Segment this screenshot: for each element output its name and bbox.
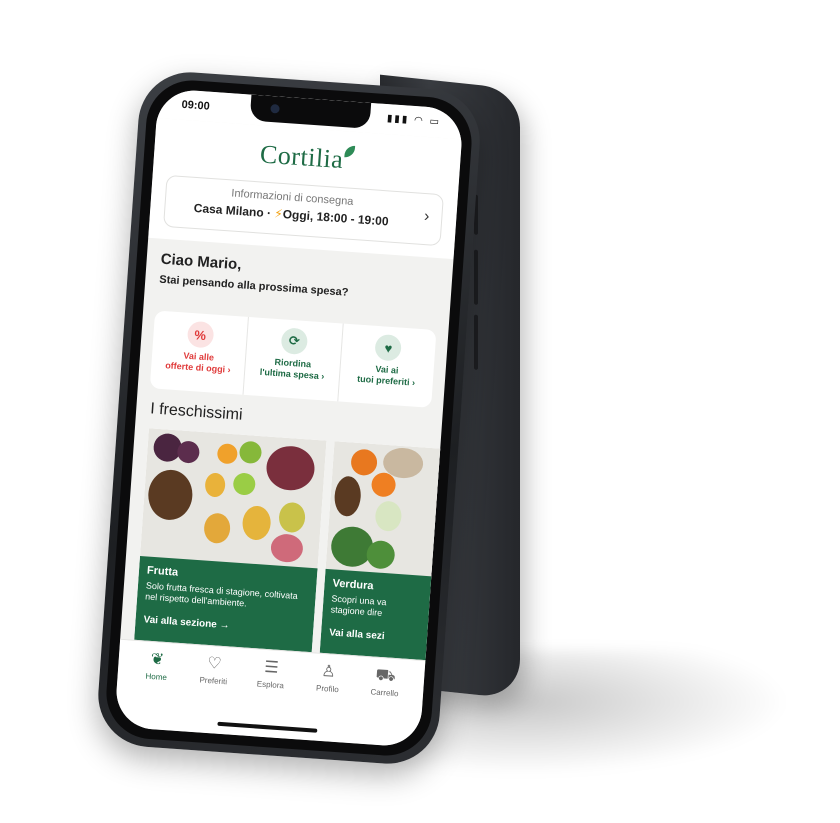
delivery-time: Oggi, 18:00 - 19:00: [282, 207, 390, 229]
nav-label: Home: [145, 671, 168, 683]
chestnuts: [146, 468, 195, 522]
greeting: Ciao Mario, Stai pensando alla prossima …: [159, 251, 421, 304]
fruit-image: [139, 428, 327, 571]
action-label: Riordina l'ultima spesa ›: [245, 355, 340, 383]
volume-button: [474, 314, 478, 370]
pear: [203, 512, 232, 545]
fruit-category-card[interactable]: Frutta Solo frutta fresca di stagione, c…: [133, 428, 327, 656]
delivery-place: Casa Milano ·: [193, 200, 275, 221]
lemon: [204, 472, 226, 498]
vegetable-image: [325, 441, 445, 579]
app-header: Cortilia Informazioni di consegna Casa M…: [148, 118, 462, 260]
reorder-action-button[interactable]: ⟳ Riordina l'ultima spesa ›: [243, 316, 344, 402]
heart-icon: ♥: [374, 333, 403, 362]
signal-wifi-battery-icon: ▮▮▮ ◠ ▭: [386, 113, 442, 128]
pumpkin: [350, 448, 378, 477]
phone-screen: 09:00 ▮▮▮ ◠ ▭ Cortilia Informazioni di c…: [114, 88, 464, 748]
refresh-icon: ⟳: [280, 327, 309, 356]
heart-outline-icon: ♡: [206, 654, 223, 673]
card-description: Scopri una va stagione dire: [330, 593, 387, 618]
nav-label: Preferiti: [199, 675, 228, 687]
chevron-right-icon: ›: [423, 207, 430, 226]
stage: 09:00 ▮▮▮ ◠ ▭ Cortilia Informazioni di c…: [0, 0, 840, 823]
nav-label: Profilo: [315, 683, 340, 695]
volume-button: [474, 249, 478, 305]
delivery-info-button[interactable]: Informazioni di consegna Casa Milano · ⚡…: [163, 174, 444, 247]
fruit-card-body: Frutta Solo frutta fresca di stagione, c…: [133, 555, 318, 656]
grapes: [265, 444, 316, 492]
nav-label: Esplora: [256, 679, 285, 691]
card-link[interactable]: Vai alla sezione →: [143, 614, 230, 631]
category-carousel[interactable]: Frutta Solo frutta fresca di stagione, c…: [120, 427, 445, 668]
cart-icon: ⛟: [375, 666, 397, 686]
prickly-pear: [278, 501, 307, 534]
vegetable-card-body: Verdura Scopri una va stagione dire Vai …: [319, 568, 436, 664]
section-title: I freschissimi: [149, 400, 244, 424]
vegetable-category-card[interactable]: Verdura Scopri una va stagione dire Vai …: [319, 441, 445, 664]
nav-cart[interactable]: ⛟ Carrello: [352, 664, 415, 747]
prickly-pear: [269, 533, 304, 564]
quick-actions: % Vai alle offerte di oggi › ⟳ Riordina …: [149, 310, 437, 408]
status-time: 09:00: [181, 98, 211, 113]
phone-bezel: 09:00 ▮▮▮ ◠ ▭ Cortilia Informazioni di c…: [103, 77, 475, 759]
card-link[interactable]: Vai alla sezi: [329, 627, 385, 642]
card-title: Verdura: [332, 577, 374, 593]
leaf-icon: [344, 145, 356, 158]
home-leaf-icon: ❦: [150, 650, 165, 669]
action-label: Vai alle offerte di oggi ›: [151, 348, 246, 376]
phone-frame: 09:00 ▮▮▮ ◠ ▭ Cortilia Informazioni di c…: [94, 68, 484, 768]
card-description: Solo frutta fresca di stagione, coltivat…: [144, 580, 299, 609]
nav-home[interactable]: ❦ Home: [124, 648, 187, 731]
logo-text: Cortilia: [259, 139, 345, 175]
explore-search-icon: ☰: [263, 658, 280, 677]
nav-label: Carrello: [370, 687, 399, 699]
broccoli: [365, 539, 396, 570]
offers-action-button[interactable]: % Vai alle offerte di oggi ›: [149, 310, 250, 395]
prickly-pear: [241, 505, 272, 541]
lime: [232, 472, 257, 496]
fennel: [374, 500, 403, 533]
favorites-action-button[interactable]: ♥ Vai ai tuoi preferiti ›: [338, 324, 437, 408]
action-label: Vai ai tuoi preferiti ›: [339, 361, 434, 389]
orange: [216, 443, 239, 465]
plum: [176, 440, 201, 464]
camera-icon: [270, 103, 280, 114]
card-title: Frutta: [146, 564, 179, 579]
lime: [238, 440, 263, 465]
percent-icon: %: [186, 320, 215, 349]
cortilia-logo[interactable]: Cortilia: [154, 132, 461, 183]
user-icon: ♙: [320, 662, 337, 681]
chestnuts: [333, 475, 363, 518]
